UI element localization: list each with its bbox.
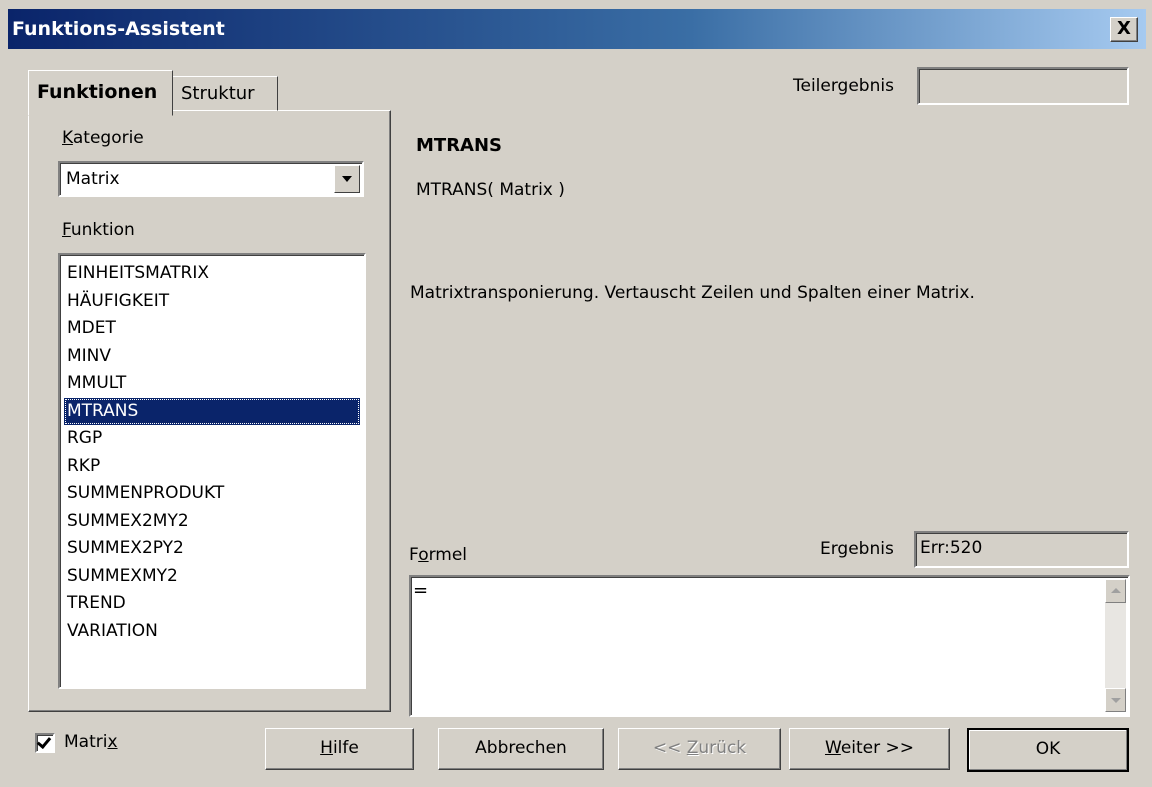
function-list-item[interactable]: MINV <box>64 343 360 371</box>
teilergebnis-field <box>917 67 1129 105</box>
function-list-item[interactable]: HÄUFIGKEIT <box>64 288 360 316</box>
kategorie-label: Kategorie <box>62 128 144 148</box>
function-list-item[interactable]: MDET <box>64 315 360 343</box>
function-syntax: MTRANS( Matrix ) <box>416 180 565 200</box>
formula-textarea[interactable]: = <box>409 575 1130 717</box>
function-wizard-dialog: Funktions-Assistent X Struktur Funktione… <box>0 0 1152 787</box>
function-name: MTRANS <box>416 135 503 156</box>
tab-funktionen-label: Funktionen <box>37 81 158 103</box>
function-list-item[interactable]: VARIATION <box>64 618 360 646</box>
scroll-up-icon[interactable] <box>1105 579 1126 603</box>
function-list-item[interactable]: MTRANS <box>64 397 360 425</box>
scroll-down-icon[interactable] <box>1105 688 1126 712</box>
formula-scrollbar[interactable] <box>1105 579 1126 712</box>
teilergebnis-label: Teilergebnis <box>793 76 894 96</box>
function-list-item[interactable]: TREND <box>64 590 360 618</box>
function-list-item[interactable]: SUMMENPRODUKT <box>64 480 360 508</box>
function-list-item[interactable]: SUMMEX2PY2 <box>64 535 360 563</box>
funktion-label: Funktion <box>62 220 135 240</box>
next-button[interactable]: Weiter >> <box>789 728 950 770</box>
ergebnis-field: Err:520 <box>914 531 1129 568</box>
function-description: Matrixtransponierung. Vertauscht Zeilen … <box>410 283 975 303</box>
help-button[interactable]: Hilfe <box>265 728 414 770</box>
ergebnis-value: Err:520 <box>920 538 983 558</box>
ergebnis-label: Ergebnis <box>820 539 894 559</box>
function-list-item[interactable]: RGP <box>64 425 360 453</box>
function-list-item[interactable]: SUMMEXMY2 <box>64 563 360 591</box>
matrix-checkbox[interactable] <box>35 733 55 753</box>
ok-button[interactable]: OK <box>967 728 1129 772</box>
tab-funktionen[interactable]: Funktionen <box>28 70 173 116</box>
function-list-item[interactable]: SUMMEX2MY2 <box>64 508 360 536</box>
window-title: Funktions-Assistent <box>12 18 225 40</box>
function-list-item[interactable]: EINHEITSMATRIX <box>64 260 360 288</box>
kategorie-selected-value: Matrix <box>66 169 120 189</box>
kategorie-dropdown[interactable]: Matrix <box>58 161 364 197</box>
cancel-button[interactable]: Abbrechen <box>438 728 604 770</box>
chevron-down-icon[interactable] <box>334 165 360 193</box>
function-list-item[interactable]: MMULT <box>64 370 360 398</box>
tab-struktur[interactable]: Struktur <box>172 76 278 111</box>
matrix-checkbox-label[interactable]: Matrix <box>64 732 118 752</box>
tab-struktur-label: Struktur <box>181 83 255 104</box>
title-bar[interactable]: Funktions-Assistent X <box>8 9 1146 49</box>
formula-text: = <box>413 580 429 601</box>
close-button[interactable]: X <box>1110 17 1138 42</box>
back-button[interactable]: << Zurück <box>618 728 781 770</box>
function-list[interactable]: EINHEITSMATRIX HÄUFIGKEIT MDET MINV MMULT MTR… <box>58 253 366 689</box>
formel-label: Formel <box>409 545 468 565</box>
function-list-item[interactable]: RKP <box>64 453 360 481</box>
